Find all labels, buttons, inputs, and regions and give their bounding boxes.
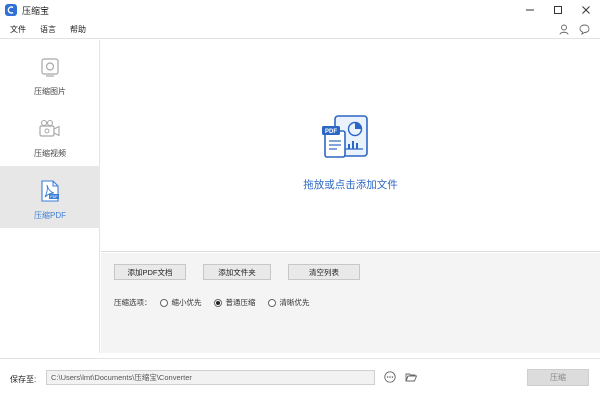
clear-list-button[interactable]: 清空列表 [288, 264, 360, 280]
close-button[interactable] [572, 0, 600, 20]
options-panel: 添加PDF文档 添加文件夹 清空列表 压缩选项： 缩小优先 普通压缩 清晰优先 [101, 253, 600, 353]
radio-label: 清晰优先 [279, 298, 310, 307]
user-icon[interactable] [559, 24, 569, 35]
menu-bar: 文件 语言 帮助 [0, 20, 600, 39]
add-folder-button[interactable]: 添加文件夹 [203, 264, 271, 280]
folder-open-icon[interactable] [405, 371, 417, 383]
sidebar-item-compress-video[interactable]: 压缩视频 [0, 104, 100, 166]
sidebar-item-label: 压缩PDF [34, 211, 66, 220]
sidebar-item-label: 压缩图片 [34, 87, 66, 96]
pdf-chart-illustration: PDF [321, 113, 381, 165]
radio-normal-compress[interactable]: 普通压缩 [213, 297, 256, 308]
minimize-icon [526, 9, 534, 11]
svg-text:PDF: PDF [325, 129, 337, 135]
svg-text:PDF: PDF [50, 195, 58, 199]
menu-language[interactable]: 语言 [40, 24, 56, 35]
maximize-icon [554, 6, 562, 14]
output-path-field[interactable]: C:\Users\lmt\Documents\压缩宝\Converter [46, 370, 375, 385]
sidebar-item-label: 压缩视频 [34, 149, 66, 158]
radio-clarity-first[interactable]: 清晰优先 [267, 297, 310, 308]
video-icon [38, 118, 62, 140]
radio-label: 普通压缩 [225, 298, 256, 307]
maximize-button[interactable] [544, 0, 572, 20]
radio-label: 缩小优先 [171, 298, 202, 307]
add-pdf-button[interactable]: 添加PDF文档 [114, 264, 186, 280]
title-bar: 压缩宝 [0, 0, 600, 20]
drop-zone-text: 拖放或点击添加文件 [303, 179, 398, 191]
radio-button[interactable] [159, 298, 168, 307]
menu-file[interactable]: 文件 [10, 24, 26, 35]
compress-options-label: 压缩选项： [114, 298, 152, 307]
more-options-icon[interactable] [384, 371, 396, 383]
sidebar: 压缩图片 压缩视频 PDF 压缩PDF [0, 40, 100, 353]
radio-button[interactable] [267, 298, 276, 307]
pdf-icon: PDF [38, 180, 62, 202]
minimize-button[interactable] [516, 0, 544, 20]
drop-zone[interactable]: PDF 拖放或点击添加文件 [101, 40, 600, 252]
save-to-label: 保存至: [10, 375, 37, 384]
sidebar-item-compress-pdf[interactable]: PDF 压缩PDF [0, 166, 100, 228]
chat-icon[interactable] [579, 24, 590, 35]
bottom-bar: 保存至: C:\Users\lmt\Documents\压缩宝\Converte… [0, 358, 600, 393]
image-icon [38, 56, 62, 78]
compress-button[interactable]: 压缩 [527, 369, 589, 386]
window-title: 压缩宝 [22, 5, 50, 16]
radio-button-selected[interactable] [213, 298, 222, 307]
menu-help[interactable]: 帮助 [70, 24, 86, 35]
app-logo-icon [5, 4, 17, 16]
close-icon [582, 6, 590, 14]
sidebar-item-compress-image[interactable]: 压缩图片 [0, 42, 100, 104]
radio-smaller-first[interactable]: 缩小优先 [159, 297, 202, 308]
